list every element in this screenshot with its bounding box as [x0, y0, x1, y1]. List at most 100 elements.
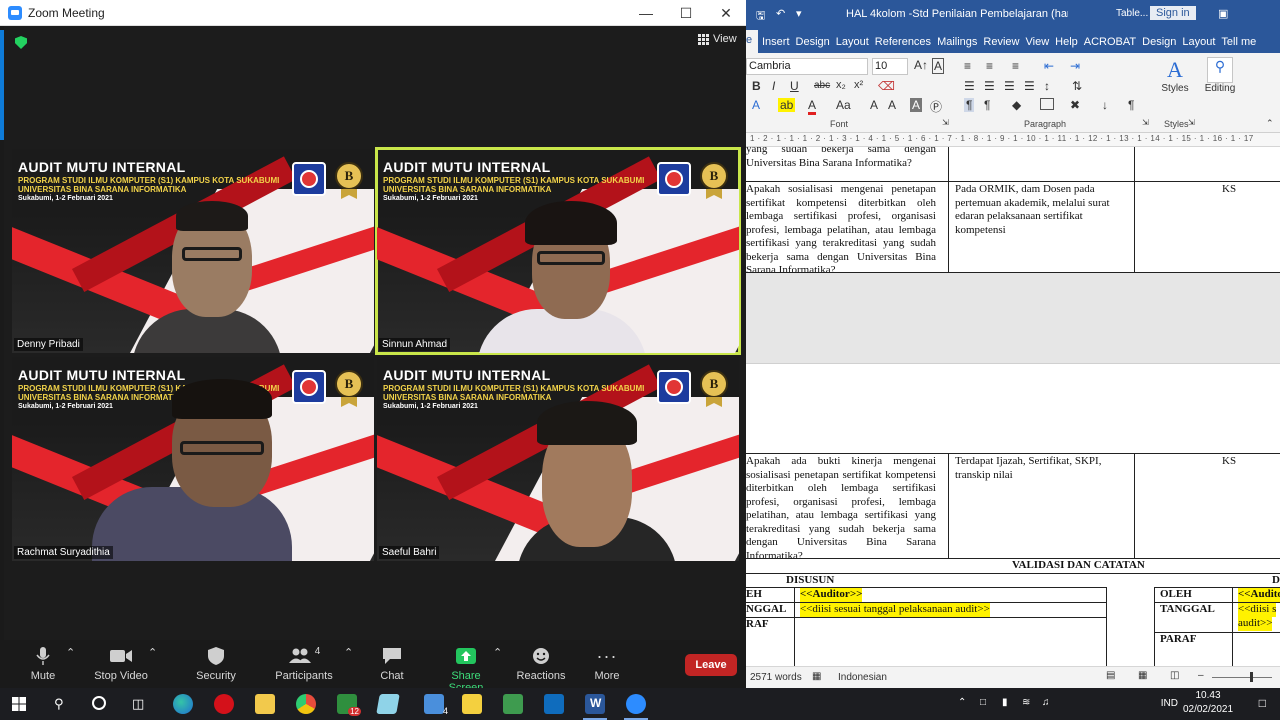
font-name-box[interactable]: Cambria	[746, 58, 868, 75]
text-effects-icon[interactable]: A	[752, 98, 760, 112]
share-options-caret[interactable]: ⌃	[493, 646, 502, 659]
tab-table-layout[interactable]: Layout	[1182, 36, 1215, 48]
word-count[interactable]: 2571 words	[750, 672, 802, 683]
close-icon[interactable]: ✕	[706, 0, 746, 26]
shrink-icon[interactable]: A	[888, 98, 896, 112]
font-color-icon[interactable]: A	[808, 98, 817, 115]
leave-meeting-button[interactable]: Leave	[685, 654, 737, 676]
minimize-icon[interactable]: —	[626, 0, 666, 26]
justify-icon[interactable]: ☰	[1024, 79, 1035, 93]
search-icon[interactable]: ⚲	[54, 696, 64, 712]
tab-references[interactable]: References	[875, 36, 931, 48]
tab-home-fragment[interactable]: e	[746, 30, 758, 53]
strikethrough-icon[interactable]: abc	[814, 80, 830, 91]
video-tile-active-speaker[interactable]: AUDIT MUTU INTERNAL PROGRAM STUDI ILMU K…	[375, 147, 741, 355]
tab-layout[interactable]: Layout	[836, 36, 869, 48]
tab-view[interactable]: View	[1026, 36, 1050, 48]
zoom-titlebar[interactable]: Zoom Meeting — ☐ ✕	[0, 0, 746, 26]
tab-review[interactable]: Review	[983, 36, 1019, 48]
align-left-icon[interactable]: ☰	[964, 79, 975, 93]
numbering-icon[interactable]: ≡	[986, 59, 993, 73]
read-mode-icon[interactable]: ▤	[1106, 670, 1115, 681]
battery-icon[interactable]: ▮	[1002, 697, 1008, 708]
tab-design[interactable]: Design	[796, 36, 830, 48]
zoom-slider[interactable]	[1212, 677, 1272, 678]
underline-icon[interactable]: U	[790, 79, 799, 93]
network-icon[interactable]: □	[980, 697, 986, 708]
stop-video-button[interactable]: Stop Video	[92, 646, 150, 682]
task-view-icon[interactable]: ◫	[132, 696, 144, 712]
borders-icon[interactable]	[1040, 98, 1054, 110]
sticky-notes-icon[interactable]	[462, 694, 482, 714]
more-button[interactable]: ··· More	[590, 646, 624, 683]
action-center-icon[interactable]: □	[1259, 696, 1266, 710]
word-titlebar[interactable]: 🖫 ↶ ▾ HAL 4kolom -Std Penilaian Pembelaj…	[746, 0, 1280, 30]
asian-layout-icon[interactable]: ✖	[1070, 98, 1080, 112]
grow-font-icon[interactable]: A↑	[914, 58, 928, 72]
tab-acrobat[interactable]: ACROBAT	[1084, 36, 1136, 48]
sort-az-icon[interactable]: ↓	[1102, 98, 1108, 112]
italic-icon[interactable]: I	[772, 79, 775, 93]
sort-icon[interactable]: ⇅	[1072, 79, 1082, 93]
styles-gallery-button[interactable]: A Styles	[1156, 57, 1194, 94]
clock[interactable]: 10.43 02/02/2021	[1182, 690, 1234, 715]
font-size-box[interactable]: 10	[872, 58, 908, 75]
web-layout-icon[interactable]: ◫	[1170, 670, 1179, 681]
maximize-icon[interactable]: ☐	[666, 0, 706, 26]
superscript-icon[interactable]: x²	[854, 79, 863, 91]
ltr-icon[interactable]: ¶	[964, 98, 975, 112]
sign-in-button[interactable]: Sign in	[1150, 6, 1196, 20]
highlight-icon[interactable]: ab	[778, 98, 796, 112]
undo-icon[interactable]: ↶	[776, 7, 785, 20]
bullets-icon[interactable]: ≡	[964, 59, 971, 73]
styles-dialog-launcher-icon[interactable]: ⇲	[1188, 118, 1195, 127]
windows-start-icon[interactable]	[12, 697, 26, 711]
input-language[interactable]: IND	[1161, 698, 1178, 709]
increase-indent-icon[interactable]: ⇥	[1070, 59, 1080, 73]
mute-options-caret[interactable]: ⌃	[66, 646, 75, 659]
paragraph-dialog-launcher-icon[interactable]: ⇲	[1142, 118, 1149, 127]
font-dialog-launcher-icon[interactable]: ⇲	[942, 118, 949, 127]
subscript-icon[interactable]: x₂	[836, 79, 846, 91]
collapse-ribbon-icon[interactable]: ⌃	[1266, 118, 1274, 129]
edge-browser-icon[interactable]	[173, 694, 193, 714]
grow-icon[interactable]: A	[870, 98, 878, 112]
font-size-case-icon[interactable]: Aa	[836, 98, 851, 112]
participants-options-caret[interactable]: ⌃	[344, 646, 353, 659]
spreadsheet-app-icon[interactable]	[503, 694, 523, 714]
ribbon-display-options-icon[interactable]: ▣	[1218, 7, 1228, 20]
view-button[interactable]: View	[698, 33, 737, 45]
change-case-icon[interactable]: A	[932, 58, 945, 74]
show-formatting-icon[interactable]: ¶	[1128, 98, 1134, 112]
chat-button[interactable]: Chat	[372, 646, 412, 682]
video-tile[interactable]: AUDIT MUTU INTERNAL PROGRAM STUDI ILMU K…	[12, 149, 374, 353]
word-taskbar-icon[interactable]: W	[583, 694, 607, 720]
cortana-icon[interactable]	[92, 696, 106, 710]
zoom-taskbar-icon[interactable]	[624, 694, 648, 720]
multilevel-list-icon[interactable]: ≡	[1012, 59, 1019, 73]
show-hidden-icons-icon[interactable]: ⌃	[958, 697, 966, 708]
mute-button[interactable]: Mute	[22, 646, 64, 682]
enclose-character-icon[interactable]: Ⓟ	[930, 98, 942, 115]
quick-access-dropdown-icon[interactable]: ▾	[796, 7, 802, 20]
language-status[interactable]: Indonesian	[838, 672, 887, 683]
participants-button[interactable]: 4 Participants	[274, 646, 334, 682]
align-right-icon[interactable]: ☰	[1004, 79, 1015, 93]
rtl-icon[interactable]: ¶	[984, 98, 990, 112]
save-icon[interactable]: 🖫	[756, 7, 765, 26]
document-page[interactable]: yang sudah bekerja sama dengan Universit…	[746, 147, 1280, 666]
opera-browser-icon[interactable]	[214, 694, 234, 714]
zoom-out-icon[interactable]: –	[1198, 670, 1204, 681]
editing-button[interactable]: ⚲ Editing	[1198, 57, 1242, 94]
tab-help[interactable]: Help	[1055, 36, 1078, 48]
horizontal-ruler[interactable]: 1 · 2 · 1 · 1 · 1 · 2 · 1 · 3 · 1 · 4 · …	[746, 133, 1280, 147]
chrome-browser-icon[interactable]	[296, 694, 316, 714]
share-screen-button[interactable]: Share Screen	[434, 646, 498, 694]
decrease-indent-icon[interactable]: ⇤	[1044, 59, 1054, 73]
line-spacing-icon[interactable]: ↕	[1044, 79, 1050, 93]
taskbar-group-icon[interactable]: 4	[424, 694, 448, 716]
zoom-slider-thumb[interactable]	[1250, 672, 1253, 682]
character-shading-icon[interactable]: A	[910, 98, 923, 112]
bold-icon[interactable]: B	[752, 79, 761, 93]
app-with-badge-icon[interactable]: 12	[337, 694, 361, 716]
